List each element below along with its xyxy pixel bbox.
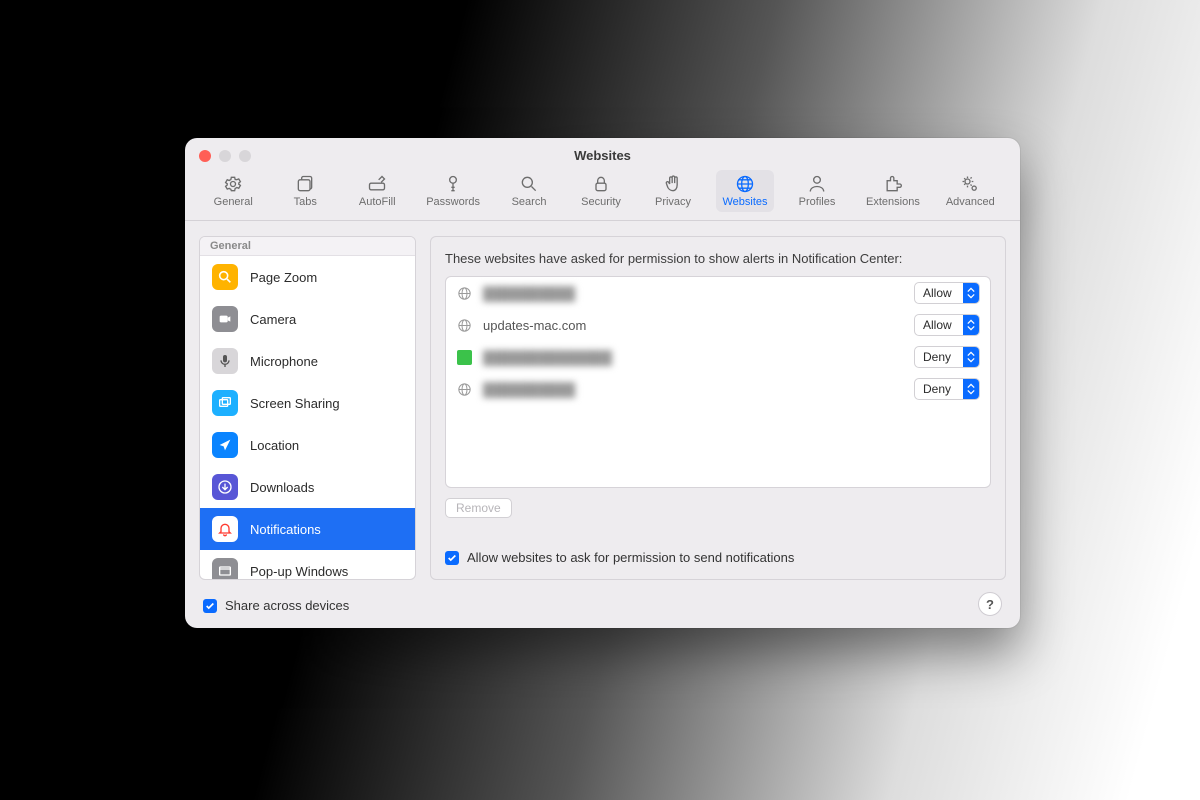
key-icon [442,174,464,194]
toolbar-extensions[interactable]: Extensions [860,170,926,212]
websites-permission-table[interactable]: ██████████ Allow updates-mac.com Allow █… [445,276,991,488]
detail-panel: These websites have asked for permission… [430,236,1006,580]
toolbar-label: Privacy [655,196,691,208]
site-domain: ██████████ [483,286,904,301]
sidebar-item-label: Notifications [250,522,321,537]
sidebar-item-popup-windows[interactable]: Pop-up Windows [200,550,415,580]
magnify-icon [212,264,238,290]
sidebar-item-label: Microphone [250,354,318,369]
sidebar-item-label: Location [250,438,299,453]
toolbar-label: Search [512,196,547,208]
sidebar-item-label: Page Zoom [250,270,317,285]
chevron-updown-icon [963,315,979,335]
sidebar-item-label: Screen Sharing [250,396,340,411]
panel-intro-text: These websites have asked for permission… [445,251,991,266]
sidebar-item-label: Camera [250,312,296,327]
toolbar-general[interactable]: General [204,170,262,212]
toolbar-passwords[interactable]: Passwords [420,170,486,212]
allow-ask-label: Allow websites to ask for permission to … [467,550,794,565]
chevron-updown-icon [963,283,979,303]
sidebar: General Page Zoom Camera Microphone Scre… [199,236,416,580]
sidebar-section-header: General [200,237,415,256]
globe-grey-icon [456,381,473,398]
toolbar-label: General [214,196,253,208]
gears-icon [959,174,981,194]
toolbar-label: Passwords [426,196,480,208]
person-icon [806,174,828,194]
preferences-toolbar: General Tabs AutoFill Passwords Search S… [185,168,1020,222]
sidebar-item-location[interactable]: Location [200,424,415,466]
site-domain: updates-mac.com [483,318,904,333]
download-icon [212,474,238,500]
location-arrow-icon [212,432,238,458]
window-icon [212,558,238,580]
toolbar-label: Profiles [799,196,836,208]
toolbar-label: Tabs [294,196,317,208]
site-domain: ██████████████ [483,350,904,365]
microphone-icon [212,348,238,374]
toolbar-label: Extensions [866,196,920,208]
sidebar-item-label: Downloads [250,480,314,495]
permission-select[interactable]: Deny [914,346,980,368]
sidebar-item-page-zoom[interactable]: Page Zoom [200,256,415,298]
toolbar-label: AutoFill [359,196,396,208]
globe-icon [734,174,756,194]
table-row[interactable]: ██████████ Allow [446,277,990,309]
sidebar-item-screen-sharing[interactable]: Screen Sharing [200,382,415,424]
lock-icon [590,174,612,194]
favicon-green-icon [456,349,473,366]
gear-icon [222,174,244,194]
sidebar-item-label: Pop-up Windows [250,564,348,579]
remove-button[interactable]: Remove [445,498,512,518]
hand-icon [662,174,684,194]
toolbar-websites[interactable]: Websites [716,170,774,212]
globe-grey-icon [456,317,473,334]
toolbar-autofill[interactable]: AutoFill [348,170,406,212]
toolbar-divider [185,220,1020,221]
table-row[interactable]: ██████████ Deny [446,373,990,405]
table-row[interactable]: updates-mac.com Allow [446,309,990,341]
allow-ask-checkbox-row[interactable]: Allow websites to ask for permission to … [445,550,794,565]
permission-select[interactable]: Deny [914,378,980,400]
share-across-devices-label: Share across devices [225,598,349,613]
help-button[interactable]: ? [978,592,1002,616]
sidebar-item-camera[interactable]: Camera [200,298,415,340]
chevron-updown-icon [963,379,979,399]
globe-grey-icon [456,285,473,302]
pencil-field-icon [366,174,388,194]
permission-select[interactable]: Allow [914,314,980,336]
site-domain: ██████████ [483,382,904,397]
checkbox-checked-icon [445,551,459,565]
chevron-updown-icon [963,347,979,367]
toolbar-advanced[interactable]: Advanced [940,170,1001,212]
toolbar-search[interactable]: Search [500,170,558,212]
puzzle-icon [882,174,904,194]
toolbar-security[interactable]: Security [572,170,630,212]
toolbar-label: Advanced [946,196,995,208]
permission-select[interactable]: Allow [914,282,980,304]
table-row[interactable]: ██████████████ Deny [446,341,990,373]
toolbar-label: Websites [722,196,767,208]
sidebar-item-microphone[interactable]: Microphone [200,340,415,382]
share-across-devices-checkbox[interactable]: Share across devices [203,598,349,613]
checkbox-checked-icon [203,599,217,613]
preferences-window: Websites General Tabs AutoFill Passwords [185,138,1020,628]
screens-icon [212,390,238,416]
sidebar-item-notifications[interactable]: Notifications [200,508,415,550]
toolbar-label: Security [581,196,621,208]
tabs-icon [294,174,316,194]
camera-icon [212,306,238,332]
bell-icon [212,516,238,542]
magnify-icon [518,174,540,194]
toolbar-profiles[interactable]: Profiles [788,170,846,212]
sidebar-item-downloads[interactable]: Downloads [200,466,415,508]
window-title: Websites [185,148,1020,163]
toolbar-privacy[interactable]: Privacy [644,170,702,212]
toolbar-tabs[interactable]: Tabs [276,170,334,212]
